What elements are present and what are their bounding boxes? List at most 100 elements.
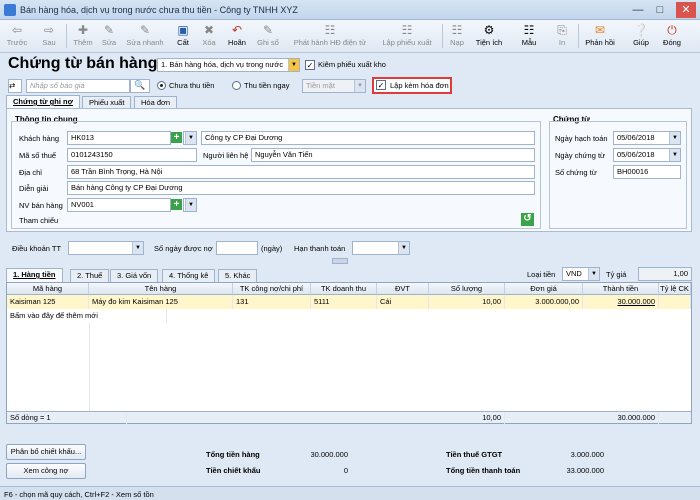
term-select[interactable]: ▼ (68, 241, 144, 255)
print-button[interactable]: ⎘ In (552, 22, 572, 51)
address-label: Địa chỉ (19, 168, 42, 177)
voucher-number-label: Số chứng từ (555, 168, 597, 177)
currency-select[interactable]: VND ▼ (562, 267, 600, 281)
col-header-unit[interactable]: ĐVT (377, 283, 429, 295)
attach-reference-icon[interactable]: ↺ (521, 213, 534, 226)
staff-dropdown[interactable]: ▼ (183, 198, 197, 212)
paid-radio[interactable] (232, 81, 241, 90)
col-header-code[interactable]: Mã hàng (7, 283, 89, 295)
add-button[interactable]: ✚ Thêm (70, 22, 96, 51)
tab-other[interactable]: 5. Khác (218, 269, 258, 282)
cell-unit[interactable]: Cái (377, 295, 429, 309)
page-title: Chứng từ bán hàng (8, 55, 158, 72)
prev-button[interactable]: ⇦ Trước (4, 22, 30, 51)
total-payment-label: Tổng tiền thanh toán (446, 466, 521, 475)
add-customer-icon[interactable]: + (171, 132, 182, 143)
swap-icon: ⇄ (9, 81, 16, 90)
allocate-discount-button[interactable]: Phân bổ chiết khấu... (6, 444, 86, 460)
tab-voucher[interactable]: Chứng từ ghi nợ (6, 95, 80, 109)
maximize-icon[interactable]: □ (652, 2, 668, 18)
quote-input[interactable]: Nhập số báo giá (26, 79, 130, 93)
create-export-button[interactable]: ☷ Lập phiếu xuất (378, 22, 436, 51)
splitter-handle[interactable] (332, 258, 348, 264)
save-button[interactable]: ▣ Cất (172, 22, 194, 51)
record-button[interactable]: ✎ Ghi sổ (254, 22, 282, 51)
voucher-number-input[interactable]: BH00016 (613, 165, 681, 179)
customer-dropdown[interactable]: ▼ (183, 131, 197, 145)
paid-label: Thu tiền ngay (244, 81, 290, 90)
close-button[interactable]: ⏻ Đóng (658, 22, 686, 51)
voucher-date-label: Ngày chứng từ (555, 151, 606, 160)
undo-button[interactable]: ↶ Hoãn (224, 22, 250, 51)
due-date-input[interactable]: ▼ (352, 241, 410, 255)
chevron-down-icon: ▼ (588, 268, 599, 280)
contact-input[interactable]: Nguyễn Văn Tiến (251, 148, 535, 162)
quick-edit-icon: ✎ (139, 23, 151, 37)
voucher-date-input[interactable]: 05/06/2018 ▼ (613, 148, 681, 162)
view-debt-button[interactable]: Xem công nợ (6, 463, 86, 479)
tab-goods[interactable]: 1. Hàng tiền (6, 268, 63, 282)
export-checkbox[interactable]: ✓ (305, 60, 315, 70)
cell-name[interactable]: Máy đo kim Kaisiman 125 (89, 295, 233, 309)
tab-stats[interactable]: 4. Thống kê (162, 269, 216, 282)
days-unit-label: (ngày) (261, 244, 283, 253)
description-input[interactable]: Bán hàng Công ty CP Đại Dương (67, 181, 535, 195)
create-invoice-checkbox[interactable]: ✓ (376, 80, 386, 90)
record-icon: ✎ (262, 23, 274, 37)
issue-einvoice-button[interactable]: ☷ Phát hành HĐ điện tử (290, 22, 370, 51)
col-header-name[interactable]: Tên hàng (89, 283, 233, 295)
chevron-down-icon: ▼ (288, 59, 299, 71)
cell-debit-account[interactable]: 131 (233, 295, 311, 309)
col-header-quantity[interactable]: Số lượng (429, 283, 505, 295)
add-staff-icon[interactable]: + (171, 199, 182, 210)
template-icon: ☷ (523, 23, 535, 37)
next-button[interactable]: ⇨ Sau (36, 22, 62, 51)
delete-button[interactable]: ✖ Xóa (198, 22, 220, 51)
quick-edit-button[interactable]: ✎ Sửa nhanh (122, 22, 168, 51)
staff-select[interactable]: NV001 (67, 198, 171, 212)
feedback-button[interactable]: ✉ Phản hồi (582, 22, 618, 51)
unpaid-radio[interactable] (157, 81, 166, 90)
address-input[interactable]: 68 Trần Bình Trọng, Hà Nội (67, 165, 535, 179)
discount-value: 0 (343, 466, 348, 475)
cell-price[interactable]: 3.000.000,00 (505, 295, 583, 309)
col-header-debit-account[interactable]: TK công nợ/chi phí (233, 283, 311, 295)
utilities-button[interactable]: ⚙ Tiện ích (472, 22, 506, 51)
col-header-price[interactable]: Đơn giá (505, 283, 583, 295)
col-header-revenue-account[interactable]: TK doanh thu (311, 283, 377, 295)
customer-code-select[interactable]: HK013 (67, 131, 171, 145)
cell-revenue-account[interactable]: 5111 (311, 295, 377, 309)
table-row[interactable]: Kaisiman 125 Máy đo kim Kaisiman 125 131… (7, 295, 691, 309)
help-button[interactable]: ❔ Giúp (630, 22, 652, 51)
col-header-amount[interactable]: Thành tiền (583, 283, 659, 295)
quote-icon-button[interactable]: ⇄ (8, 79, 22, 93)
sale-type-select[interactable]: 1. Bán hàng hóa, dịch vụ trong nước ▼ (157, 58, 300, 72)
template-button[interactable]: ☷ Mẫu (514, 22, 544, 51)
cell-amount[interactable]: 30.000.000 (583, 295, 659, 309)
description-label: Diễn giải (19, 184, 49, 193)
load-button[interactable]: ☷ Nạp (446, 22, 468, 51)
cell-discount-rate[interactable] (659, 295, 691, 309)
power-icon: ⏻ (667, 23, 677, 37)
tab-cost[interactable]: 3. Giá vốn (110, 269, 159, 282)
search-icon[interactable]: 🔍 (130, 79, 150, 93)
rate-input[interactable]: 1,00 (638, 267, 692, 281)
posting-date-input[interactable]: 05/06/2018 ▼ (613, 131, 681, 145)
tax-code-input[interactable]: 0101243150 (67, 148, 197, 162)
toolbar: ⇦ Trước ⇨ Sau ✚ Thêm ✎ Sửa ✎ Sửa nhanh ▣ Cất ✖… (0, 20, 700, 53)
days-input[interactable] (216, 241, 258, 255)
cell-quantity[interactable]: 10,00 (429, 295, 505, 309)
cell-code[interactable]: Kaisiman 125 (7, 295, 89, 309)
minimize-icon[interactable]: — (630, 2, 646, 18)
close-icon[interactable]: ✕ (676, 2, 696, 18)
contact-label: Người liên hệ (203, 151, 249, 160)
add-row-link[interactable]: Bấm vào đây để thêm mới (7, 309, 167, 323)
edit-button[interactable]: ✎ Sửa (98, 22, 120, 51)
app-icon (4, 4, 16, 16)
payment-method-select[interactable]: Tiền mặt ▼ (302, 79, 366, 93)
customer-name-input[interactable]: Công ty CP Đại Dương (201, 131, 535, 145)
col-header-discount-rate[interactable]: Tỷ lệ CK (659, 283, 691, 295)
edit-icon: ✎ (103, 23, 115, 37)
vat-value: 3.000.000 (570, 450, 604, 459)
tab-tax[interactable]: 2. Thuế (70, 269, 110, 282)
